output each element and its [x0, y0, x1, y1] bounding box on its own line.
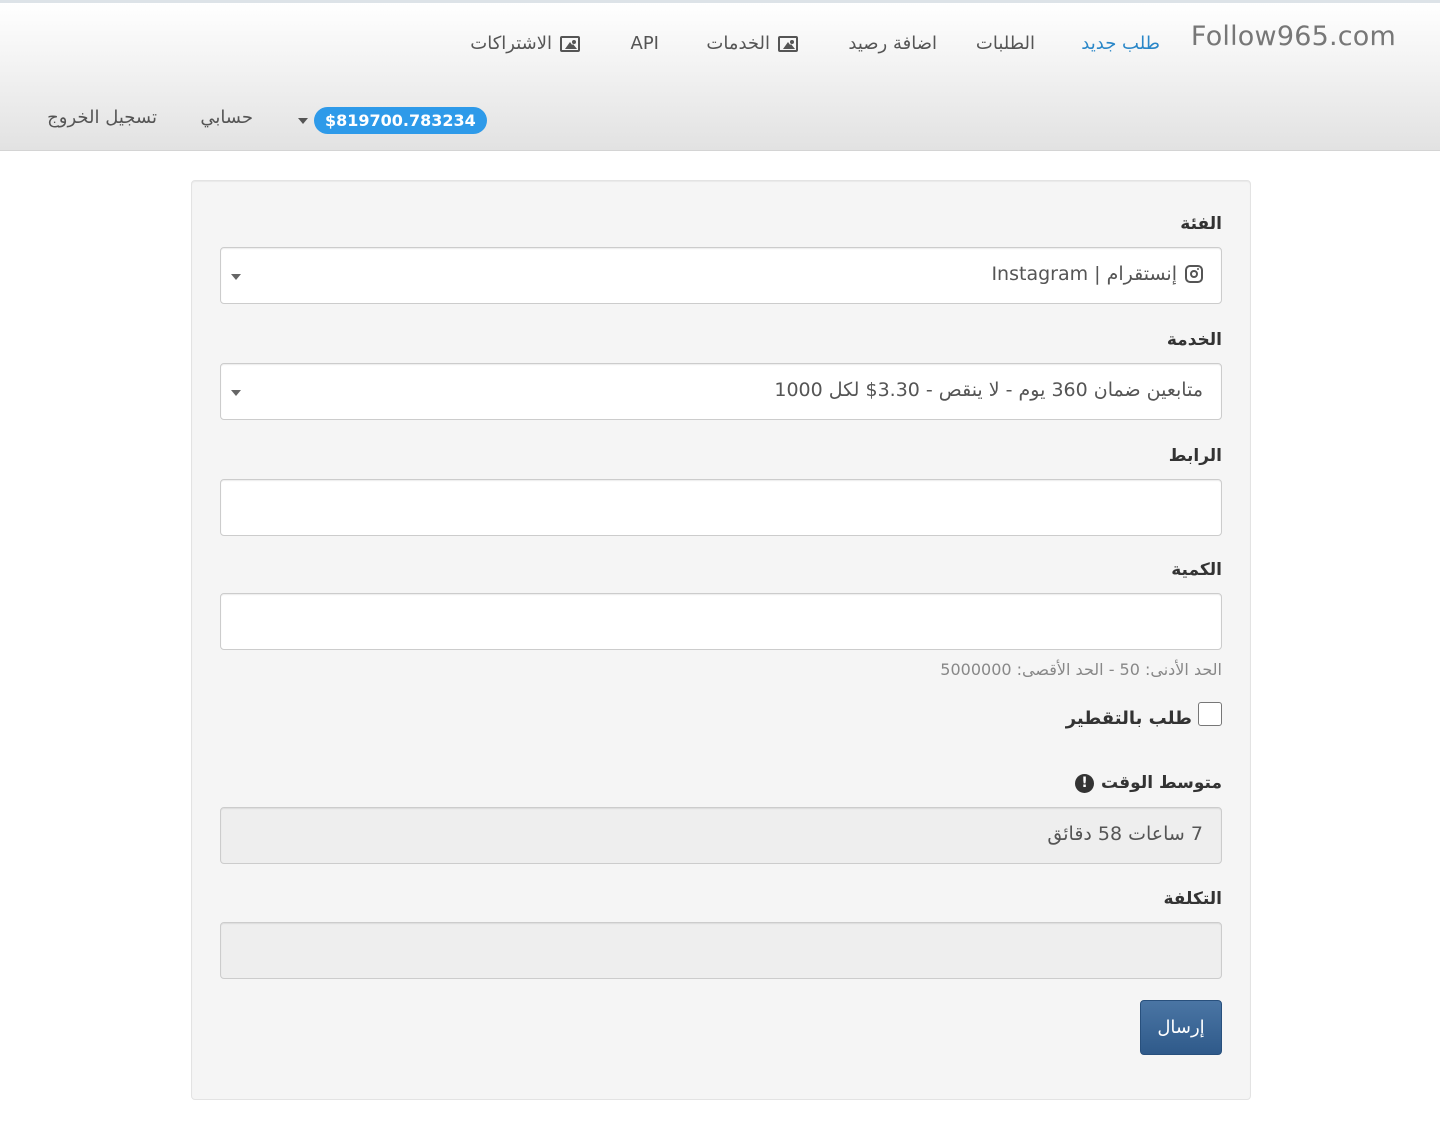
- drip-feed-label: طلب بالتقطير: [1065, 708, 1192, 729]
- instagram-icon: [1185, 265, 1203, 283]
- charge-field: [220, 922, 1222, 979]
- nav-subscriptions-label: الاشتراكات: [470, 33, 552, 54]
- average-time-label-row: متوسط الوقت !: [1075, 773, 1222, 793]
- nav-api-label: API: [630, 33, 659, 54]
- exclamation-circle-icon[interactable]: !: [1075, 773, 1095, 793]
- nav-orders[interactable]: الطلبات: [976, 33, 1035, 54]
- nav-logout[interactable]: تسجيل الخروج: [47, 107, 157, 128]
- nav-services-label: الخدمات: [706, 33, 770, 54]
- nav-new-order-label: طلب جديد: [1081, 33, 1160, 54]
- top-navbar: Follow965.com طلب جديد الطلبات اضافة رصي…: [0, 0, 1440, 151]
- category-label: الفئة: [1180, 214, 1222, 234]
- average-time-label: متوسط الوقت: [1101, 773, 1222, 793]
- category-select[interactable]: إنستقرام | Instagram: [220, 247, 1222, 304]
- nav-new-order[interactable]: طلب جديد: [1081, 33, 1160, 54]
- charge-label: التكلفة: [1163, 889, 1222, 909]
- nav-services[interactable]: الخدمات: [706, 33, 798, 54]
- link-input[interactable]: [220, 479, 1222, 536]
- drip-feed-row: طلب بالتقطير: [1065, 701, 1222, 729]
- nav-add-funds[interactable]: اضافة رصيد: [848, 33, 937, 54]
- service-value: متابعين ضمان 360 يوم - لا ينقص - 3.30$ ل…: [774, 379, 1203, 401]
- submit-button[interactable]: إرسال: [1140, 1000, 1222, 1055]
- average-time-value: 7 ساعات 58 دقائق: [1047, 823, 1203, 845]
- nav-api[interactable]: API: [631, 33, 659, 54]
- category-value: إنستقرام | Instagram: [991, 263, 1177, 285]
- average-time-field: 7 ساعات 58 دقائق: [220, 807, 1222, 864]
- quantity-input[interactable]: [220, 593, 1222, 650]
- image-icon: [778, 35, 798, 52]
- service-label: الخدمة: [1166, 330, 1222, 350]
- caret-down-icon: [298, 117, 308, 124]
- nav-add-funds-label: اضافة رصيد: [848, 33, 937, 54]
- nav-account[interactable]: حسابي: [200, 107, 253, 128]
- nav-orders-label: الطلبات: [975, 33, 1035, 54]
- service-select[interactable]: متابعين ضمان 360 يوم - لا ينقص - 3.30$ ل…: [220, 363, 1222, 420]
- nav-subscriptions[interactable]: الاشتراكات: [470, 33, 580, 54]
- order-form: الفئة إنستقرام | Instagram الخدمة متابعي…: [191, 180, 1251, 1100]
- balance-badge: $819700.783234: [314, 107, 487, 134]
- select-caret-icon: [231, 390, 241, 396]
- quantity-label: الكمية: [1171, 560, 1222, 580]
- brand-logo[interactable]: Follow965.com: [1191, 21, 1396, 52]
- drip-feed-checkbox[interactable]: [1198, 701, 1222, 726]
- quantity-help-text: الحد الأدنى: 50 - الحد الأقصى: 5000000: [940, 660, 1222, 679]
- balance-dropdown[interactable]: $819700.783234: [298, 107, 487, 134]
- image-icon: [560, 35, 580, 52]
- select-caret-icon: [231, 274, 241, 280]
- link-label: الرابط: [1168, 446, 1222, 466]
